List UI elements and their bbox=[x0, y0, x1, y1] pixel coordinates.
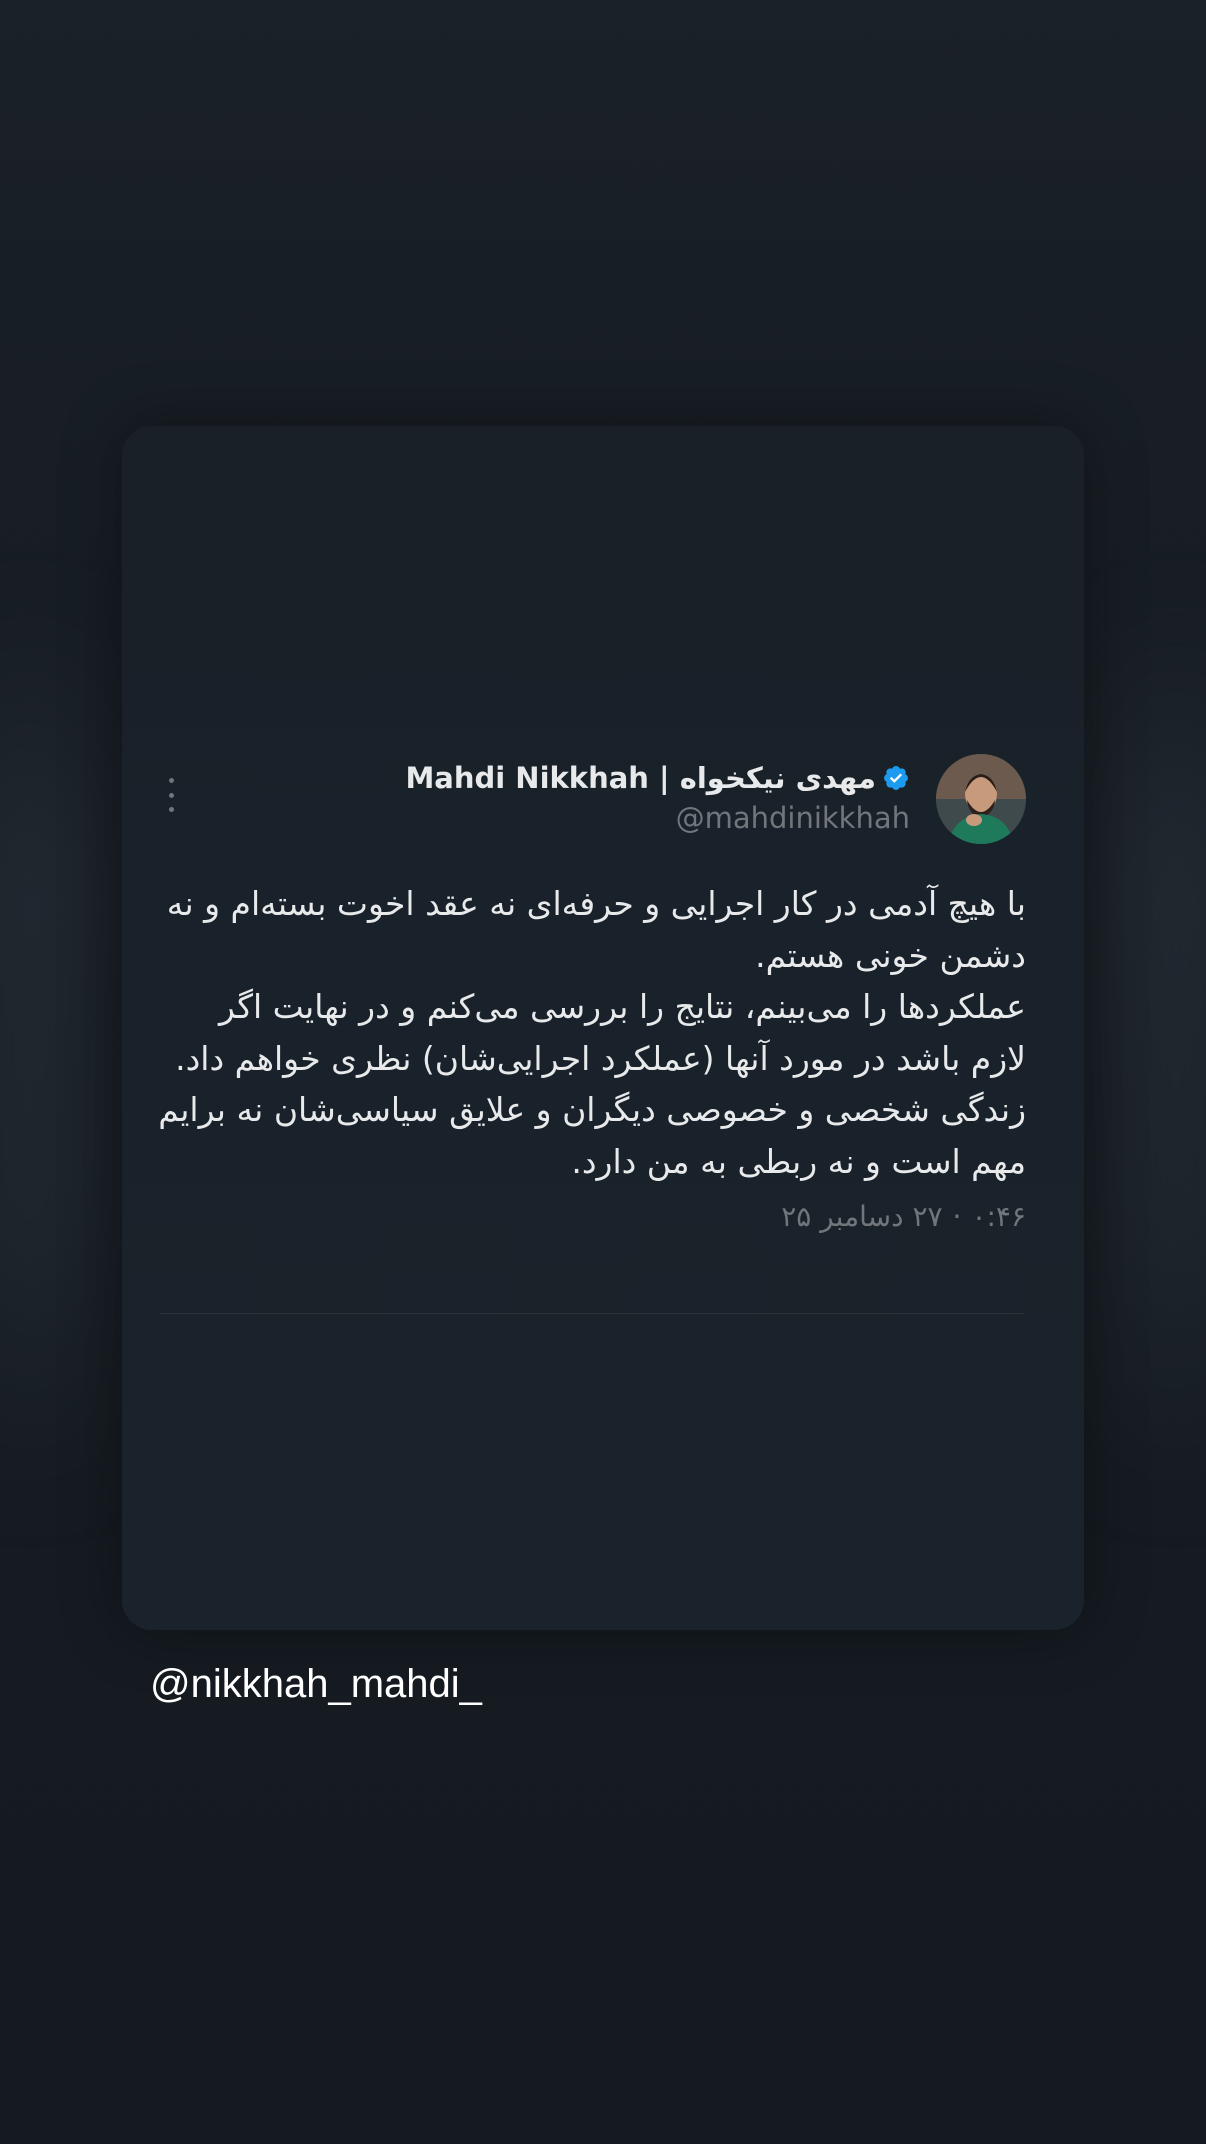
user-handle[interactable]: @mahdinikkhah bbox=[405, 798, 910, 838]
tweet: مهدی نیکخواه | Mahdi Nikkhah @mahdinikkh… bbox=[156, 752, 1026, 1237]
tweet-date: ۲۷ دسامبر ۲۵ bbox=[781, 1200, 943, 1233]
tweet-header: مهدی نیکخواه | Mahdi Nikkhah @mahdinikkh… bbox=[156, 752, 1026, 844]
more-vertical-icon[interactable] bbox=[166, 778, 176, 812]
display-name-row[interactable]: مهدی نیکخواه | Mahdi Nikkhah bbox=[405, 760, 910, 796]
tweet-divider bbox=[160, 1313, 1024, 1314]
tweet-text: با هیچ آدمی در کار اجرایی و حرفه‌ای نه ع… bbox=[158, 884, 1026, 1181]
display-name: مهدی نیکخواه | Mahdi Nikkhah bbox=[405, 761, 876, 795]
tweet-time: ۰:۴۶ bbox=[971, 1200, 1026, 1233]
timestamp-separator: · bbox=[952, 1200, 962, 1233]
background-glow-right bbox=[1106, 600, 1206, 1500]
avatar[interactable] bbox=[936, 754, 1026, 844]
avatar-portrait bbox=[936, 754, 1026, 844]
verified-badge-icon bbox=[884, 766, 908, 790]
tweet-author: مهدی نیکخواه | Mahdi Nikkhah @mahdinikkh… bbox=[405, 760, 910, 838]
story-watermark: @nikkhah_mahdi_ bbox=[150, 1662, 482, 1706]
tweet-timestamp[interactable]: ۰:۴۶ · ۲۷ دسامبر ۲۵ bbox=[156, 1197, 1026, 1237]
background-glow-left bbox=[0, 600, 100, 1500]
